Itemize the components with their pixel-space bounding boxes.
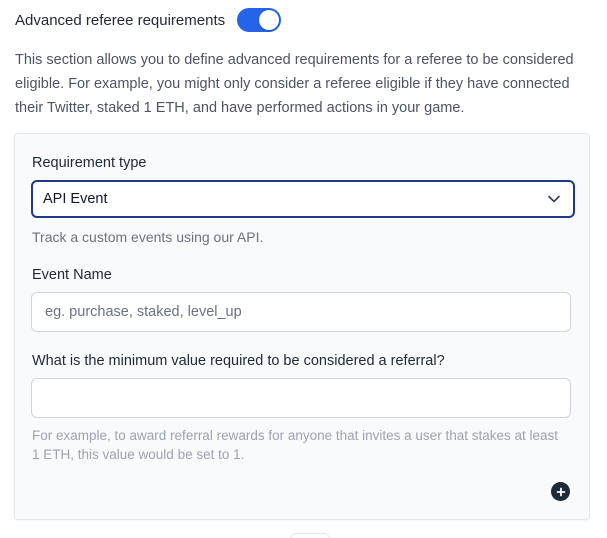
advanced-requirements-panel: Advanced referee requirements This secti… [0, 0, 607, 538]
advanced-requirements-toggle[interactable] [237, 8, 282, 32]
event-name-input[interactable] [31, 292, 571, 332]
min-value-label: What is the minimum value required to be… [32, 353, 445, 369]
min-value-help: For example, to award referral rewards f… [32, 428, 558, 462]
requirement-type-help: Track a custom events using our API. [32, 229, 264, 245]
requirement-card: Requirement type API Event Track a custo… [14, 133, 590, 520]
section-description: This section allows you to define advanc… [15, 52, 574, 116]
section-title: Advanced referee requirements [15, 11, 226, 29]
requirement-type-label: Requirement type [32, 155, 147, 171]
requirement-type-value: API Event [43, 191, 108, 207]
toggle-knob [259, 10, 280, 30]
event-name-label: Event Name [32, 267, 112, 283]
min-value-input[interactable] [31, 378, 571, 418]
next-card-edge [290, 533, 330, 538]
chevron-down-icon [547, 192, 561, 206]
plus-circle-icon[interactable] [551, 482, 570, 501]
requirement-type-select[interactable]: API Event [31, 180, 575, 218]
header-row: Advanced referee requirements [15, 6, 282, 34]
